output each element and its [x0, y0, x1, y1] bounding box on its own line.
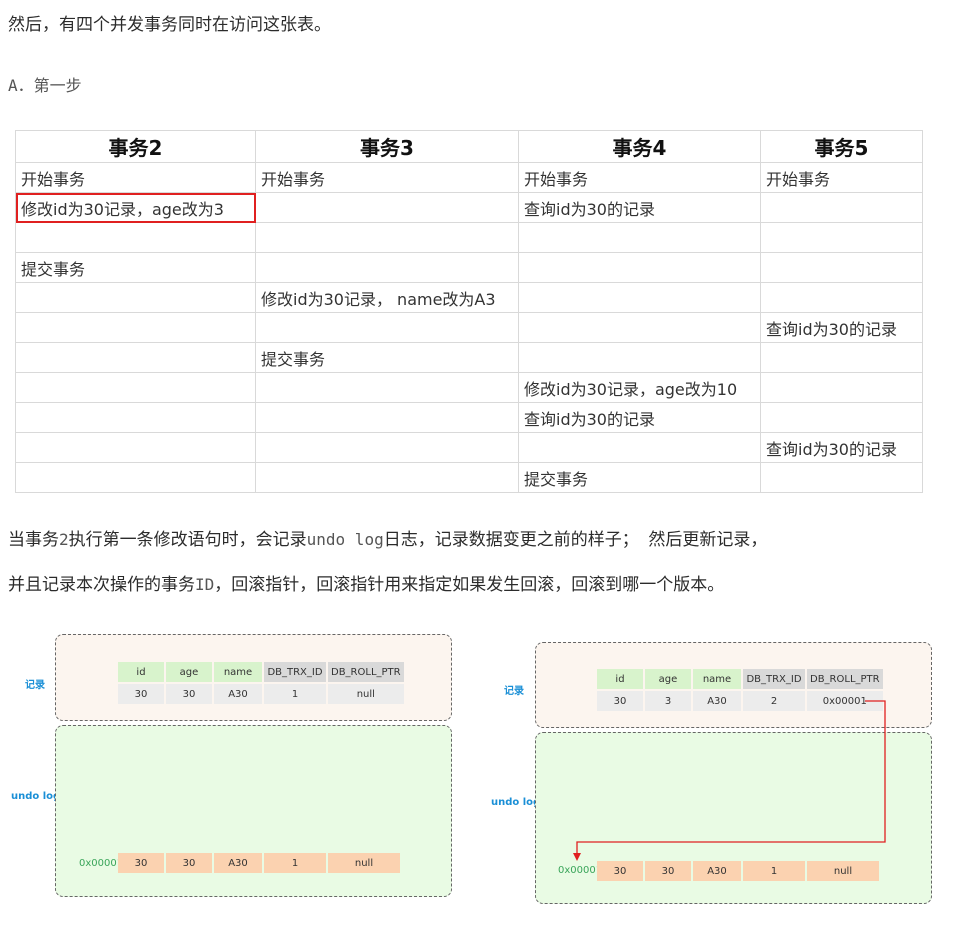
diagram-right: 记录 id age name DB_TRX_ID DB_ROLL_PTR 30 3 A30 2… — [480, 630, 950, 910]
table-cell — [15, 342, 256, 373]
table-cell — [760, 402, 923, 433]
header-cell: id — [118, 662, 164, 682]
table-cell: 修改id为30记录，age改为10 — [518, 372, 761, 403]
table-cell — [15, 312, 256, 343]
record-cell: 1 — [264, 684, 326, 704]
table-cell — [15, 282, 256, 313]
table-row: 开始事务 开始事务 开始事务 开始事务 — [15, 162, 923, 193]
table-cell: 查询id为30的记录 — [518, 192, 761, 223]
record-cell: 30 — [166, 684, 212, 704]
table-cell — [518, 282, 761, 313]
table-row: 查询id为30的记录 — [15, 402, 923, 433]
undo-cell: 1 — [264, 853, 326, 873]
table-cell: 查询id为30的记录 — [760, 312, 923, 343]
table-cell: 开始事务 — [15, 162, 256, 193]
table-row — [15, 222, 923, 253]
undo-log-label: undo log — [11, 791, 61, 802]
table-cell: 修改id为30记录， name改为A3 — [255, 282, 519, 313]
undo-table: 30 30 A30 1 null — [116, 851, 402, 875]
table-cell — [255, 192, 519, 223]
header-tx3: 事务3 — [255, 130, 519, 163]
table-cell — [518, 342, 761, 373]
table-row: 提交事务 — [15, 252, 923, 283]
table-cell — [518, 432, 761, 463]
paragraph-1: 当事务2执行第一条修改语句时，会记录undo log日志，记录数据变更之前的样子… — [8, 530, 768, 550]
header-tx2: 事务2 — [15, 130, 256, 163]
record-cell: 30 — [118, 684, 164, 704]
table-cell: 查询id为30的记录 — [518, 402, 761, 433]
table-row: 修改id为30记录，age改为10 — [15, 372, 923, 403]
table-cell — [255, 312, 519, 343]
header-cell: name — [214, 662, 262, 682]
table-cell: 查询id为30的记录 — [760, 432, 923, 463]
table-cell — [760, 462, 923, 493]
step-label: A．第一步 — [8, 76, 82, 95]
table-cell — [255, 372, 519, 403]
table-row: 提交事务 — [15, 342, 923, 373]
table-cell — [255, 252, 519, 283]
table-cell — [255, 402, 519, 433]
table-cell — [15, 432, 256, 463]
table-row: 修改id为30记录， name改为A3 — [15, 282, 923, 313]
undo-cell: null — [328, 853, 400, 873]
table-row: 修改id为30记录，age改为3 查询id为30的记录 — [15, 192, 923, 223]
undo-cell: 30 — [118, 853, 164, 873]
table-row: 提交事务 — [15, 462, 923, 493]
record-cell: null — [328, 684, 404, 704]
table-cell — [15, 402, 256, 433]
undo-cell: A30 — [214, 853, 262, 873]
diagram-left: 记录 id age name DB_TRX_ID DB_ROLL_PTR 30 30 A30… — [0, 630, 470, 910]
header-cell: age — [166, 662, 212, 682]
table-cell — [255, 462, 519, 493]
table-cell — [760, 222, 923, 253]
intro-text: 然后，有四个并发事务同时在访问这张表。 — [8, 15, 331, 35]
table-cell — [255, 432, 519, 463]
table-cell: 开始事务 — [518, 162, 761, 193]
table-cell — [518, 222, 761, 253]
transaction-table: 事务2 事务3 事务4 事务5 开始事务 开始事务 开始事务 开始事务 修改id为30记… — [15, 130, 923, 493]
table-cell — [255, 222, 519, 253]
table-cell — [760, 252, 923, 283]
table-cell: 开始事务 — [255, 162, 519, 193]
table-cell: 提交事务 — [255, 342, 519, 373]
table-row: 查询id为30的记录 — [15, 312, 923, 343]
header-cell: DB_TRX_ID — [264, 662, 326, 682]
record-label: 记录 — [25, 680, 45, 691]
table-cell — [760, 372, 923, 403]
table-cell: 开始事务 — [760, 162, 923, 193]
table-header-row: 事务2 事务3 事务4 事务5 — [15, 130, 923, 163]
table-cell — [15, 372, 256, 403]
undo-cell: 30 — [166, 853, 212, 873]
table-cell — [518, 252, 761, 283]
roll-pointer-arrow — [573, 700, 886, 861]
record-cell: A30 — [214, 684, 262, 704]
table-cell: 提交事务 — [518, 462, 761, 493]
table-cell — [518, 312, 761, 343]
table-cell: 修改id为30记录，age改为3 — [15, 192, 256, 223]
table-cell — [760, 342, 923, 373]
header-tx5: 事务5 — [760, 130, 923, 163]
table-row: 查询id为30的记录 — [15, 432, 923, 463]
table-cell — [15, 222, 256, 253]
paragraph-2: 并且记录本次操作的事务ID，回滚指针，回滚指针用来指定如果发生回滚，回滚到哪一个… — [8, 575, 725, 595]
record-table: id age name DB_TRX_ID DB_ROLL_PTR 30 30 A30 1 nu… — [116, 660, 406, 706]
table-cell — [15, 462, 256, 493]
header-tx4: 事务4 — [518, 130, 761, 163]
table-cell — [760, 192, 923, 223]
table-cell: 提交事务 — [15, 252, 256, 283]
table-cell — [760, 282, 923, 313]
header-cell: DB_ROLL_PTR — [328, 662, 404, 682]
